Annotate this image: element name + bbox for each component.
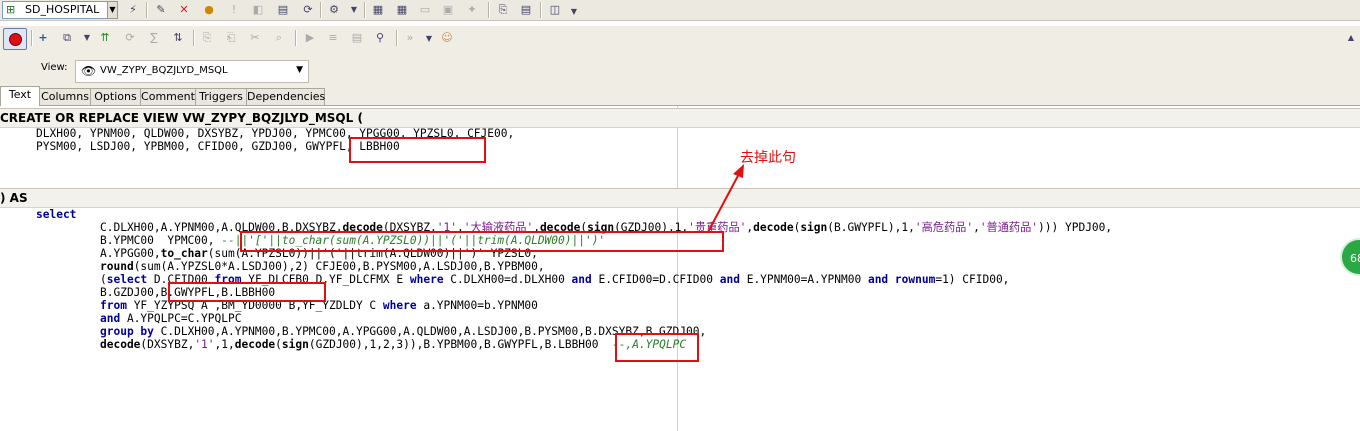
highlight-box-select-columns (168, 282, 326, 302)
binoculars-icon[interactable]: ⚲ (372, 30, 388, 46)
dropdown-icon[interactable]: ▼ (79, 30, 95, 46)
view-label: View: (41, 62, 68, 73)
more-icon[interactable]: » (402, 30, 418, 46)
code-line: PYSM00, LSDJ00, YPBM00, CFID00, GZDJ00, … (36, 140, 400, 153)
cross-icon[interactable]: ✕ (176, 2, 192, 18)
create-view-header: CREATE OR REPLACE VIEW VW_ZYPY_BQZJLYD_M… (0, 108, 1360, 128)
highlight-box-group-by (615, 333, 699, 362)
form-icon[interactable]: ▭ (417, 2, 433, 18)
execute-icon[interactable]: ▶ (302, 30, 318, 46)
step-icon[interactable]: ≡ (325, 30, 341, 46)
copy-icon[interactable]: ⎘ (199, 30, 215, 46)
view-name: VW_ZYPY_BQZJLYD_MSQL (100, 65, 228, 76)
margin-line (677, 106, 678, 431)
settings-icon[interactable]: ✦ (464, 2, 480, 18)
toolbar-separator (488, 2, 490, 18)
connection-label: SD_HOSPITAL (25, 3, 100, 16)
help-icon[interactable]: ☺ (439, 30, 455, 46)
breakpoint-icon[interactable]: ▤ (349, 30, 365, 46)
tab-dependencies[interactable]: Dependencies (246, 88, 325, 105)
find-icon[interactable]: ⌕ (271, 30, 287, 46)
dropdown-icon[interactable]: ▼ (566, 4, 582, 20)
connection-dropdown-button[interactable]: ▼ (107, 1, 118, 19)
options-icon[interactable]: ▤ (518, 2, 534, 18)
highlight-box-column-list (349, 137, 486, 163)
duplicate-icon[interactable]: ⧉ (59, 30, 75, 46)
add-icon[interactable]: + (35, 30, 51, 46)
bulb-icon[interactable]: ● (201, 2, 217, 18)
eye-icon: 👁 (81, 64, 97, 78)
record-icon (9, 33, 22, 46)
query-icon[interactable]: ⚡ (125, 2, 141, 18)
tab-bar: Text Columns Options Comment Triggers De… (0, 86, 1360, 106)
toolbar-separator (31, 30, 33, 46)
toolbar-separator (146, 2, 148, 18)
exclamation-icon[interactable]: ! (226, 2, 242, 18)
paste-icon[interactable]: ⎗ (223, 30, 239, 46)
dropdown-icon[interactable]: ▼ (421, 31, 437, 47)
dropdown-icon[interactable]: ▼ (346, 2, 362, 18)
grid-icon[interactable]: ▦ (394, 2, 410, 18)
connection-selector[interactable]: ⊞ SD_HOSPITAL (2, 1, 108, 19)
tools-icon[interactable]: ⚙ (326, 2, 342, 18)
code-line: select (36, 208, 77, 221)
annotation-arrow-icon (707, 164, 744, 233)
sql-editor[interactable]: CREATE OR REPLACE VIEW VW_ZYPY_BQZJLYD_M… (0, 106, 1360, 431)
code-line: decode(DXSYBZ,'1',1,decode(sign(GZDJ00),… (100, 338, 687, 351)
compile-icon[interactable]: ⇈ (97, 30, 113, 46)
toolbar-separator (396, 30, 398, 46)
connection-icon: ⊞ (6, 3, 16, 16)
refresh-icon[interactable]: ⟳ (300, 2, 316, 18)
tab-comment[interactable]: Comment (140, 88, 196, 105)
code-line: and A.YPQLPC=C.YPQLPC (100, 312, 242, 325)
sql-icon[interactable]: ∑ (146, 30, 162, 46)
tab-text[interactable]: Text (0, 86, 40, 106)
view-row: View: 👁 VW_ZYPY_BQZJLYD_MSQL ▼ (0, 50, 1360, 86)
recompile-icon[interactable]: ⟳ (122, 30, 138, 46)
print-icon[interactable]: ▣ (440, 2, 456, 18)
view-selector[interactable]: 👁 VW_ZYPY_BQZJLYD_MSQL ▼ (75, 60, 309, 83)
toolbar-separator (193, 30, 195, 46)
toolbar-separator (540, 2, 542, 18)
highlight-box-comment (240, 231, 724, 252)
toolbar-overflow-icon[interactable]: ▲ (1343, 30, 1359, 46)
chart-icon[interactable]: ◫ (547, 2, 563, 18)
table-icon[interactable]: ▦ (370, 2, 386, 18)
toolbar-separator (320, 2, 322, 18)
as-text: ) AS (0, 191, 28, 205)
cut-icon[interactable]: ✂ (247, 30, 263, 46)
as-header: ) AS (0, 188, 1360, 208)
toolbar-separator (295, 30, 297, 46)
toolbar-separator (364, 2, 366, 18)
sort-icon[interactable]: ⇅ (170, 30, 186, 46)
chevron-down-icon: ▼ (296, 65, 303, 75)
main-toolbar: ⊞ SD_HOSPITAL ▼ ⚡ ✎ ✕ ● ! ◧ ▤ ⟳ ⚙ ▼ ▦ ▦ … (0, 0, 1360, 21)
edit-icon[interactable]: ✎ (153, 2, 169, 18)
sql-icon[interactable]: ◧ (250, 2, 266, 18)
annotation-text: 去掉此句 (740, 150, 796, 166)
editor-toolbar: + ⧉ ▼ ⇈ ⟳ ∑ ⇅ ⎘ ⎗ ✂ ⌕ ▶ ≡ ▤ ⚲ » ▼ ☺ ▲ (0, 25, 1360, 51)
code-line: round(sum(A.YPZSL0*A.LSDJ00),2) CFJE00,B… (100, 260, 545, 273)
ddl-icon[interactable]: ▤ (275, 2, 291, 18)
tab-options[interactable]: Options (90, 88, 141, 105)
tab-columns[interactable]: Columns (39, 88, 91, 105)
tab-triggers[interactable]: Triggers (195, 88, 247, 105)
record-button[interactable] (3, 28, 27, 50)
export-icon[interactable]: ⎘ (495, 2, 511, 18)
create-view-text: CREATE OR REPLACE VIEW VW_ZYPY_BQZJLYD_M… (0, 111, 363, 125)
